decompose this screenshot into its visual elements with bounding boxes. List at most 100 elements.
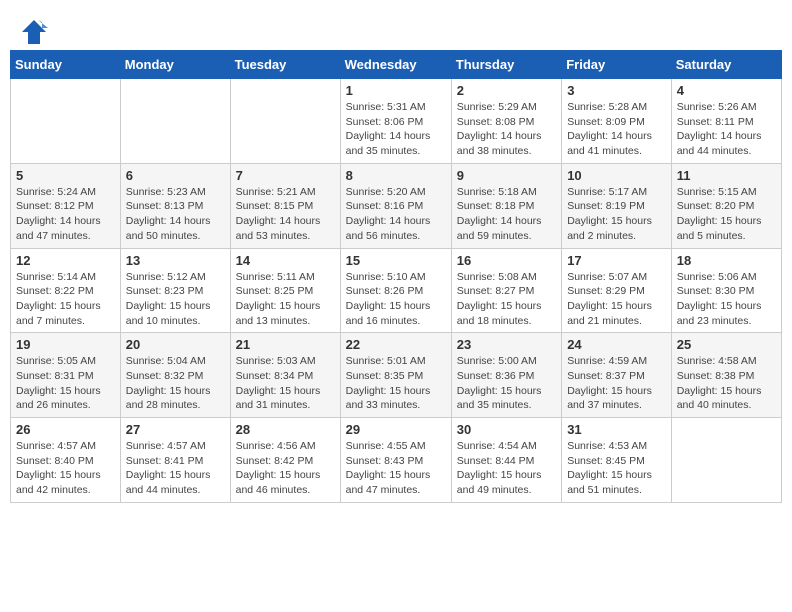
day-number: 6 bbox=[126, 168, 225, 183]
day-info: Sunrise: 5:17 AM Sunset: 8:19 PM Dayligh… bbox=[567, 185, 666, 244]
calendar-cell: 20 Sunrise: 5:04 AM Sunset: 8:32 PM Dayli… bbox=[120, 333, 230, 418]
calendar-week-row: 19 Sunrise: 5:05 AM Sunset: 8:31 PM Dayli… bbox=[11, 333, 782, 418]
calendar-cell bbox=[120, 79, 230, 164]
calendar-cell: 14Sunrise: 5:11 AM Sunset: 8:25 PM Dayli… bbox=[230, 248, 340, 333]
logo bbox=[20, 18, 52, 46]
weekday-header: Sunday bbox=[11, 51, 121, 79]
calendar-cell: 4 Sunrise: 5:26 AM Sunset: 8:11 PM Daylig… bbox=[671, 79, 781, 164]
day-info: Sunrise: 4:58 AM Sunset: 8:38 PM Dayligh… bbox=[677, 354, 776, 413]
day-info: Sunrise: 4:57 AM Sunset: 8:40 PM Dayligh… bbox=[16, 439, 115, 498]
day-number: 22 bbox=[346, 337, 446, 352]
day-info: Sunrise: 4:54 AM Sunset: 8:44 PM Dayligh… bbox=[457, 439, 556, 498]
day-number: 4 bbox=[677, 83, 776, 98]
calendar-cell: 8 Sunrise: 5:20 AM Sunset: 8:16 PM Daylig… bbox=[340, 163, 451, 248]
day-info: Sunrise: 5:00 AM Sunset: 8:36 PM Dayligh… bbox=[457, 354, 556, 413]
weekday-header: Saturday bbox=[671, 51, 781, 79]
day-number: 5 bbox=[16, 168, 115, 183]
calendar-table: SundayMondayTuesdayWednesdayThursdayFrid… bbox=[10, 50, 782, 503]
page-header bbox=[10, 10, 782, 50]
calendar-cell: 1 Sunrise: 5:31 AM Sunset: 8:06 PM Daylig… bbox=[340, 79, 451, 164]
day-number: 20 bbox=[126, 337, 225, 352]
calendar-cell: 17 Sunrise: 5:07 AM Sunset: 8:29 PM Dayli… bbox=[562, 248, 672, 333]
calendar-cell: 24 Sunrise: 4:59 AM Sunset: 8:37 PM Dayli… bbox=[562, 333, 672, 418]
weekday-header: Tuesday bbox=[230, 51, 340, 79]
calendar-cell: 23 Sunrise: 5:00 AM Sunset: 8:36 PM Dayli… bbox=[451, 333, 561, 418]
day-number: 13 bbox=[126, 253, 225, 268]
calendar-cell: 6 Sunrise: 5:23 AM Sunset: 8:13 PM Daylig… bbox=[120, 163, 230, 248]
day-info: Sunrise: 5:20 AM Sunset: 8:16 PM Dayligh… bbox=[346, 185, 446, 244]
weekday-header: Friday bbox=[562, 51, 672, 79]
day-number: 24 bbox=[567, 337, 666, 352]
day-number: 31 bbox=[567, 422, 666, 437]
day-number: 12 bbox=[16, 253, 115, 268]
day-info: Sunrise: 5:01 AM Sunset: 8:35 PM Dayligh… bbox=[346, 354, 446, 413]
calendar-cell: 11Sunrise: 5:15 AM Sunset: 8:20 PM Dayli… bbox=[671, 163, 781, 248]
day-info: Sunrise: 5:26 AM Sunset: 8:11 PM Dayligh… bbox=[677, 100, 776, 159]
calendar-cell: 9 Sunrise: 5:18 AM Sunset: 8:18 PM Daylig… bbox=[451, 163, 561, 248]
day-info: Sunrise: 4:59 AM Sunset: 8:37 PM Dayligh… bbox=[567, 354, 666, 413]
calendar-cell bbox=[11, 79, 121, 164]
calendar-cell: 7 Sunrise: 5:21 AM Sunset: 8:15 PM Daylig… bbox=[230, 163, 340, 248]
day-info: Sunrise: 5:24 AM Sunset: 8:12 PM Dayligh… bbox=[16, 185, 115, 244]
calendar-cell: 3Sunrise: 5:28 AM Sunset: 8:09 PM Daylig… bbox=[562, 79, 672, 164]
calendar-cell: 25 Sunrise: 4:58 AM Sunset: 8:38 PM Dayli… bbox=[671, 333, 781, 418]
day-number: 17 bbox=[567, 253, 666, 268]
calendar-cell: 18Sunrise: 5:06 AM Sunset: 8:30 PM Dayli… bbox=[671, 248, 781, 333]
calendar-cell: 2Sunrise: 5:29 AM Sunset: 8:08 PM Daylig… bbox=[451, 79, 561, 164]
calendar-cell: 10Sunrise: 5:17 AM Sunset: 8:19 PM Dayli… bbox=[562, 163, 672, 248]
day-number: 26 bbox=[16, 422, 115, 437]
calendar-cell: 29 Sunrise: 4:55 AM Sunset: 8:43 PM Dayli… bbox=[340, 418, 451, 503]
day-info: Sunrise: 5:07 AM Sunset: 8:29 PM Dayligh… bbox=[567, 270, 666, 329]
day-info: Sunrise: 5:12 AM Sunset: 8:23 PM Dayligh… bbox=[126, 270, 225, 329]
day-number: 7 bbox=[236, 168, 335, 183]
day-info: Sunrise: 5:28 AM Sunset: 8:09 PM Dayligh… bbox=[567, 100, 666, 159]
day-number: 1 bbox=[346, 83, 446, 98]
calendar-cell: 21 Sunrise: 5:03 AM Sunset: 8:34 PM Dayli… bbox=[230, 333, 340, 418]
day-number: 8 bbox=[346, 168, 446, 183]
calendar-cell: 31Sunrise: 4:53 AM Sunset: 8:45 PM Dayli… bbox=[562, 418, 672, 503]
day-number: 16 bbox=[457, 253, 556, 268]
day-info: Sunrise: 5:14 AM Sunset: 8:22 PM Dayligh… bbox=[16, 270, 115, 329]
day-number: 23 bbox=[457, 337, 556, 352]
calendar-cell: 12 Sunrise: 5:14 AM Sunset: 8:22 PM Dayli… bbox=[11, 248, 121, 333]
day-number: 9 bbox=[457, 168, 556, 183]
day-info: Sunrise: 5:04 AM Sunset: 8:32 PM Dayligh… bbox=[126, 354, 225, 413]
day-number: 25 bbox=[677, 337, 776, 352]
calendar-cell: 13 Sunrise: 5:12 AM Sunset: 8:23 PM Dayli… bbox=[120, 248, 230, 333]
calendar-week-row: 5 Sunrise: 5:24 AM Sunset: 8:12 PM Daylig… bbox=[11, 163, 782, 248]
weekday-header: Wednesday bbox=[340, 51, 451, 79]
day-info: Sunrise: 5:29 AM Sunset: 8:08 PM Dayligh… bbox=[457, 100, 556, 159]
calendar-cell: 16 Sunrise: 5:08 AM Sunset: 8:27 PM Dayli… bbox=[451, 248, 561, 333]
day-info: Sunrise: 5:10 AM Sunset: 8:26 PM Dayligh… bbox=[346, 270, 446, 329]
day-number: 27 bbox=[126, 422, 225, 437]
calendar-header-row: SundayMondayTuesdayWednesdayThursdayFrid… bbox=[11, 51, 782, 79]
calendar-cell: 26 Sunrise: 4:57 AM Sunset: 8:40 PM Dayli… bbox=[11, 418, 121, 503]
calendar-cell bbox=[230, 79, 340, 164]
day-number: 28 bbox=[236, 422, 335, 437]
day-info: Sunrise: 5:08 AM Sunset: 8:27 PM Dayligh… bbox=[457, 270, 556, 329]
calendar-cell: 30 Sunrise: 4:54 AM Sunset: 8:44 PM Dayli… bbox=[451, 418, 561, 503]
day-info: Sunrise: 4:55 AM Sunset: 8:43 PM Dayligh… bbox=[346, 439, 446, 498]
day-number: 11 bbox=[677, 168, 776, 183]
day-number: 15 bbox=[346, 253, 446, 268]
day-info: Sunrise: 4:56 AM Sunset: 8:42 PM Dayligh… bbox=[236, 439, 335, 498]
day-number: 21 bbox=[236, 337, 335, 352]
day-info: Sunrise: 5:05 AM Sunset: 8:31 PM Dayligh… bbox=[16, 354, 115, 413]
calendar-week-row: 26 Sunrise: 4:57 AM Sunset: 8:40 PM Dayli… bbox=[11, 418, 782, 503]
day-info: Sunrise: 5:23 AM Sunset: 8:13 PM Dayligh… bbox=[126, 185, 225, 244]
day-info: Sunrise: 5:31 AM Sunset: 8:06 PM Dayligh… bbox=[346, 100, 446, 159]
calendar-cell: 27 Sunrise: 4:57 AM Sunset: 8:41 PM Dayli… bbox=[120, 418, 230, 503]
day-info: Sunrise: 5:03 AM Sunset: 8:34 PM Dayligh… bbox=[236, 354, 335, 413]
day-info: Sunrise: 5:18 AM Sunset: 8:18 PM Dayligh… bbox=[457, 185, 556, 244]
calendar-week-row: 1 Sunrise: 5:31 AM Sunset: 8:06 PM Daylig… bbox=[11, 79, 782, 164]
day-number: 30 bbox=[457, 422, 556, 437]
calendar-body: 1 Sunrise: 5:31 AM Sunset: 8:06 PM Daylig… bbox=[11, 79, 782, 503]
calendar-cell bbox=[671, 418, 781, 503]
logo-icon bbox=[20, 18, 48, 46]
day-info: Sunrise: 4:57 AM Sunset: 8:41 PM Dayligh… bbox=[126, 439, 225, 498]
day-number: 29 bbox=[346, 422, 446, 437]
day-number: 19 bbox=[16, 337, 115, 352]
calendar-cell: 5 Sunrise: 5:24 AM Sunset: 8:12 PM Daylig… bbox=[11, 163, 121, 248]
day-info: Sunrise: 5:21 AM Sunset: 8:15 PM Dayligh… bbox=[236, 185, 335, 244]
weekday-header: Monday bbox=[120, 51, 230, 79]
